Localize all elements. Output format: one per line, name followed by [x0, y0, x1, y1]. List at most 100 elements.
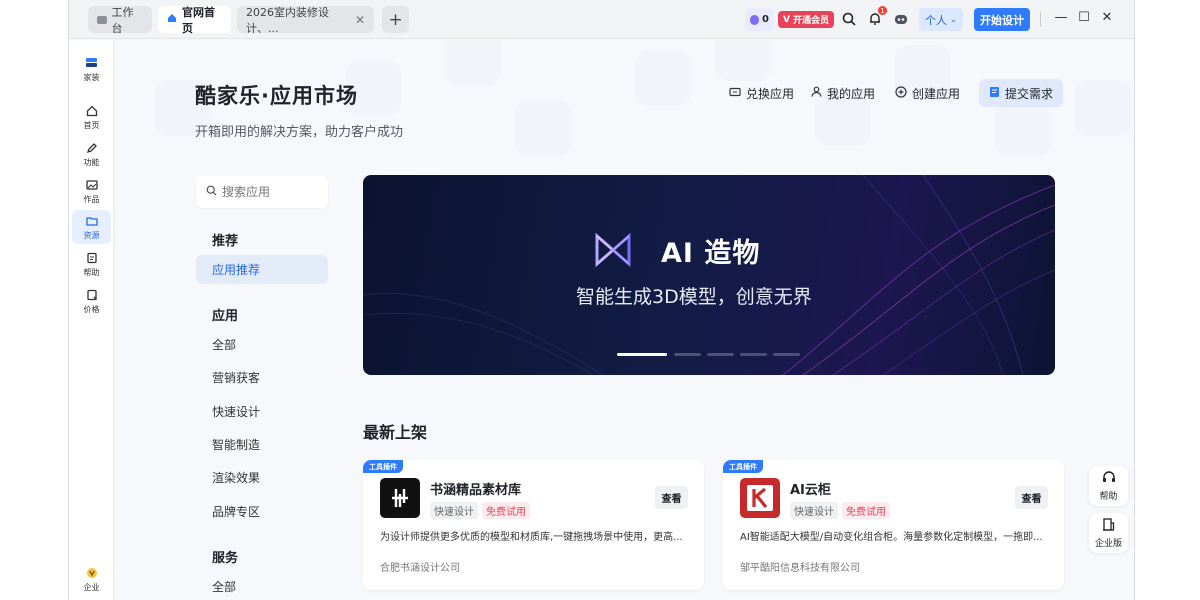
- chevron-down-icon: ⌄: [950, 15, 957, 24]
- image-icon: [85, 178, 99, 192]
- submit-label: 提交需求: [1005, 86, 1054, 101]
- nav-heading-recommend: 推荐: [212, 234, 239, 249]
- ticket-icon: [729, 86, 741, 100]
- app-card[interactable]: 工具插件 书涵精品素材库 快速设计 免费试用 查看 为设计师提供更多优质的模型和…: [363, 460, 704, 590]
- minimize-icon[interactable]: —: [1052, 10, 1070, 25]
- home-icon: [85, 104, 99, 118]
- tab-label: 工作台: [111, 5, 134, 35]
- sidebar-item-enterprise[interactable]: 企业: [72, 562, 111, 596]
- search-icon: [206, 185, 217, 199]
- page-title: 酷家乐·应用市场: [195, 84, 358, 108]
- search-box[interactable]: [196, 176, 328, 208]
- nav-item-smart-manufacturing[interactable]: 智能制造: [196, 430, 328, 459]
- nav-item-all[interactable]: 全部: [196, 330, 328, 359]
- tab-label: 2026室内装修设计、...: [246, 5, 329, 35]
- redeem-label: 兑换应用: [746, 86, 795, 101]
- new-tab-button[interactable]: +: [382, 6, 409, 33]
- points-value: 0: [762, 14, 769, 25]
- nav-item-quick-design[interactable]: 快速设计: [196, 397, 328, 426]
- view-button[interactable]: 查看: [1015, 486, 1048, 509]
- chip-free-trial: 免费试用: [482, 502, 530, 519]
- points-pill[interactable]: 0: [745, 8, 774, 31]
- nav-item-marketing[interactable]: 营销获客: [196, 363, 328, 392]
- main-content: 酷家乐·应用市场 开箱即用的解决方案，助力客户成功 兑换应用 我的应用 创建应用…: [115, 40, 1134, 600]
- carousel-dot-active[interactable]: [617, 353, 667, 356]
- shuhan-logo-icon: [380, 478, 420, 518]
- headset-icon: [1102, 470, 1116, 487]
- divider: [1040, 12, 1041, 27]
- wave-lines-decoration: [363, 175, 1055, 375]
- close-icon[interactable]: ✕: [355, 13, 365, 27]
- sidebar-item-works[interactable]: 作品: [72, 174, 111, 208]
- carousel-dot[interactable]: [707, 353, 734, 356]
- nav-item-recommended-apps[interactable]: 应用推荐: [196, 255, 328, 284]
- robot-icon[interactable]: [892, 10, 910, 28]
- maximize-icon[interactable]: ☐: [1075, 10, 1093, 25]
- float-enterprise-button[interactable]: 企业版: [1089, 513, 1128, 553]
- carousel-dot[interactable]: [740, 353, 767, 356]
- chip-quick-design: 快速设计: [790, 502, 838, 519]
- close-window-icon[interactable]: ✕: [1098, 10, 1116, 25]
- my-apps-label: 我的应用: [827, 86, 876, 101]
- sidebar-item-label: 首页: [83, 120, 100, 130]
- sidebar-item-features[interactable]: 功能: [72, 137, 111, 171]
- tab-design-doc[interactable]: 2026室内装修设计、... ✕: [237, 5, 374, 35]
- sidebar-item-label: 功能: [83, 157, 100, 167]
- search-input[interactable]: [222, 185, 317, 199]
- sidebar-item-label: 企业: [83, 582, 100, 592]
- sidebar-item-label: 资源: [83, 230, 100, 240]
- personal-dropdown[interactable]: 个人 ⌄: [919, 8, 963, 31]
- carousel-dot[interactable]: [773, 353, 800, 356]
- tab-official-home[interactable]: 官网首页: [158, 5, 231, 35]
- card-app-name: 书涵精品素材库: [430, 483, 522, 498]
- section-title-new-arrivals: 最新上架: [363, 423, 428, 442]
- search-icon[interactable]: [840, 10, 858, 28]
- redeem-app-button[interactable]: 兑换应用: [729, 79, 794, 107]
- ai-creation-logo-icon: [591, 228, 635, 276]
- submit-request-button[interactable]: 提交需求: [979, 79, 1064, 107]
- sidebar-item-help[interactable]: 帮助: [72, 247, 111, 281]
- sidebar-brand[interactable]: 家装: [72, 52, 111, 86]
- sidebar-item-home[interactable]: 首页: [72, 100, 111, 134]
- nav-item-brand-zone[interactable]: 品牌专区: [196, 497, 328, 526]
- plus-circle-icon: [895, 85, 907, 101]
- nav-item-service-all[interactable]: 全部: [196, 572, 328, 600]
- view-button[interactable]: 查看: [655, 486, 688, 509]
- chip-quick-design: 快速设计: [430, 502, 478, 519]
- start-design-button[interactable]: 开始设计: [974, 8, 1030, 31]
- float-help-button[interactable]: 帮助: [1089, 466, 1128, 506]
- float-help-label: 帮助: [1099, 491, 1118, 502]
- vip-icon: V: [783, 14, 790, 25]
- hero-banner[interactable]: AI 造物 智能生成3D模型，创意无界: [363, 175, 1055, 375]
- document-icon: [989, 86, 1000, 101]
- carousel-dot[interactable]: [674, 353, 701, 356]
- monitor-icon: [97, 15, 107, 24]
- sidebar-item-label: 价格: [83, 304, 100, 314]
- points-icon: [750, 14, 759, 25]
- card-category-tag: 工具插件: [363, 460, 403, 473]
- page-subtitle: 开箱即用的解决方案，助力客户成功: [195, 125, 404, 140]
- create-app-button[interactable]: 创建应用: [895, 79, 960, 107]
- sidebar-brand-label: 家装: [83, 72, 100, 82]
- app-window: 工作台 官网首页 2026室内装修设计、... ✕ + 0 V 开通会员 1 个…: [68, 0, 1135, 600]
- user-icon: [811, 86, 822, 100]
- plus-icon: +: [388, 9, 403, 30]
- nav-item-rendering[interactable]: 渲染效果: [196, 463, 328, 492]
- nav-heading-service: 服务: [212, 551, 239, 566]
- tab-workbench[interactable]: 工作台: [88, 5, 152, 35]
- sidebar-item-resources[interactable]: 资源: [72, 210, 111, 244]
- sidebar-item-pricing[interactable]: 价格: [72, 284, 111, 318]
- create-app-label: 创建应用: [912, 86, 961, 101]
- my-apps-button[interactable]: 我的应用: [811, 79, 875, 107]
- card-app-name: AI云柜: [790, 483, 831, 498]
- tab-label: 官网首页: [182, 5, 215, 35]
- home-icon: [167, 13, 177, 26]
- price-tag-icon: [85, 288, 99, 302]
- bell-icon[interactable]: 1: [866, 6, 887, 28]
- enterprise-v-icon: [85, 566, 99, 580]
- app-card[interactable]: 工具插件 AI云柜 快速设计 免费试用 查看 AI智能适配大模型/自动变化组合柜…: [723, 460, 1064, 590]
- vip-button[interactable]: V 开通会员: [778, 11, 834, 28]
- sidebar: 家装 首页 功能 作品 资源 帮助 价格 企业: [69, 40, 114, 600]
- card-category-tag: 工具插件: [723, 460, 763, 473]
- brand-icon: [85, 56, 99, 70]
